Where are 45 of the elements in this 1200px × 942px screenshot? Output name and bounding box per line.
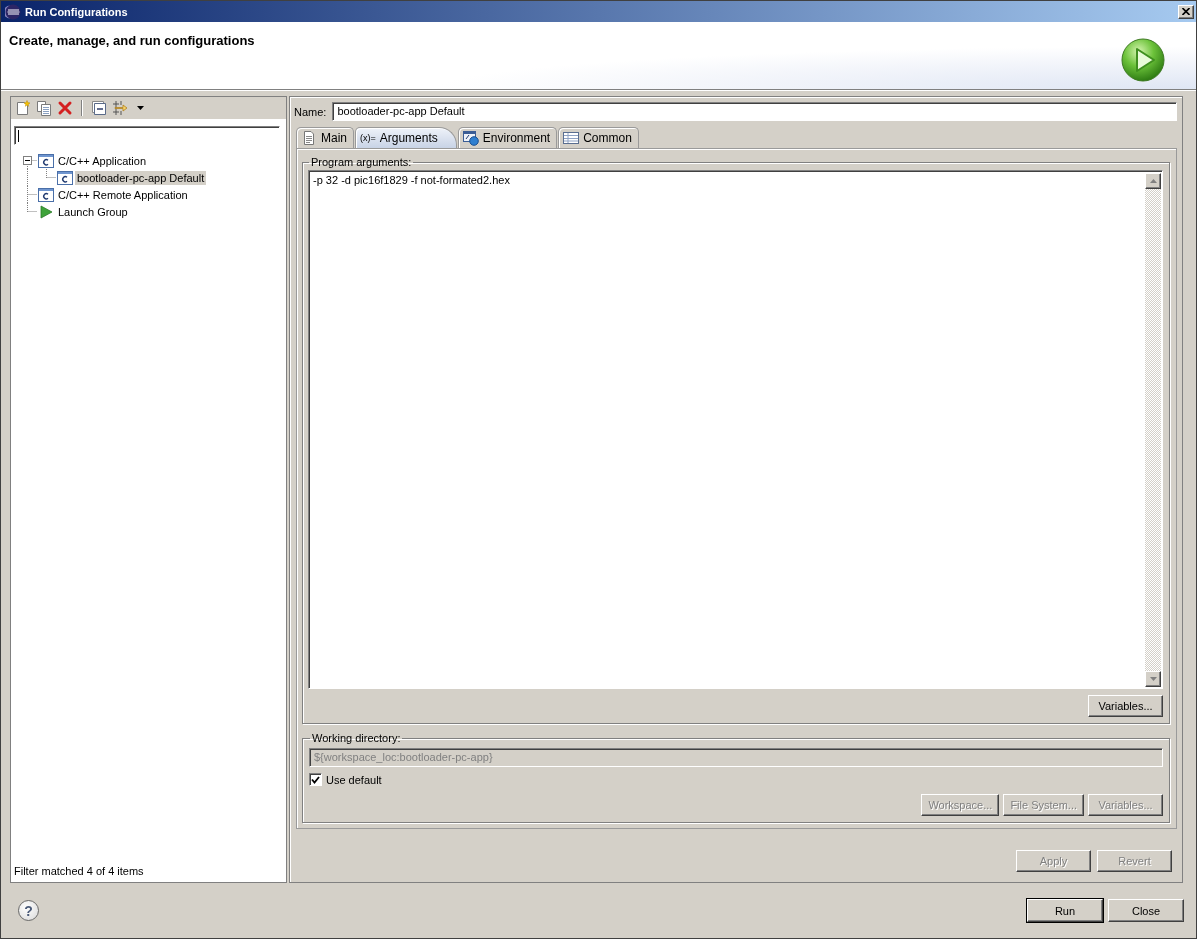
vertical-scrollbar[interactable] (1145, 173, 1161, 687)
play-icon (1120, 37, 1166, 83)
delete-icon[interactable] (57, 100, 73, 116)
window-title: Run Configurations (25, 5, 128, 18)
tree-item[interactable]: C/C++ Application (56, 153, 149, 168)
scroll-up-button[interactable] (1145, 173, 1161, 189)
table-icon (563, 130, 580, 146)
copy-pages-icon[interactable] (36, 100, 52, 116)
tab[interactable]: Environment (457, 127, 558, 148)
play-icon (38, 203, 54, 220)
caret-icon[interactable] (137, 106, 144, 110)
filter-arrow-icon[interactable] (112, 100, 128, 116)
header-title: Create, manage, and run configurations (9, 33, 255, 48)
checkmark-icon (311, 775, 320, 784)
up-arrow-icon (1149, 179, 1157, 183)
variables-button[interactable]: Variables... (1088, 695, 1163, 717)
tree-item[interactable]: bootloader-pc-app Default (75, 170, 207, 185)
group-label: Working directory: (311, 732, 402, 744)
app-window-icon (38, 152, 54, 169)
name-field[interactable]: bootloader-pc-app Default (332, 102, 1177, 121)
filter-status-text: Filter matched 4 of 4 items (14, 865, 145, 877)
document-icon (301, 130, 317, 146)
new-page-icon[interactable] (15, 100, 31, 116)
arguments-text-area[interactable]: -p 32 -d pic16f1829 -f not-formated2.hex (308, 170, 1163, 689)
scroll-down-button[interactable] (1145, 671, 1161, 687)
window-close-button[interactable] (1178, 4, 1194, 19)
close-icon (1182, 8, 1190, 15)
close-button[interactable]: Close (1108, 899, 1184, 922)
tab[interactable]: Main (296, 127, 354, 148)
tree-item[interactable]: Launch Group (56, 204, 130, 219)
app-window-icon (38, 186, 54, 203)
help-button[interactable]: ? (18, 900, 39, 921)
collapse-all-icon[interactable] (91, 100, 107, 116)
collapse-toggle[interactable] (23, 156, 32, 165)
window-globe-icon (462, 130, 479, 146)
name-label: Name: (294, 105, 327, 118)
tab[interactable]: Common (558, 127, 639, 148)
group-label: Program arguments: (310, 156, 413, 168)
striped-sphere-icon (5, 3, 21, 20)
down-arrow-icon (1149, 677, 1157, 681)
tree-connector-line (46, 169, 56, 178)
tree-item[interactable]: C/C++ Remote Application (56, 187, 190, 202)
run-button[interactable]: Run (1027, 899, 1103, 922)
app-window-icon (57, 169, 73, 186)
tab[interactable]: (x)= Arguments (355, 127, 457, 148)
